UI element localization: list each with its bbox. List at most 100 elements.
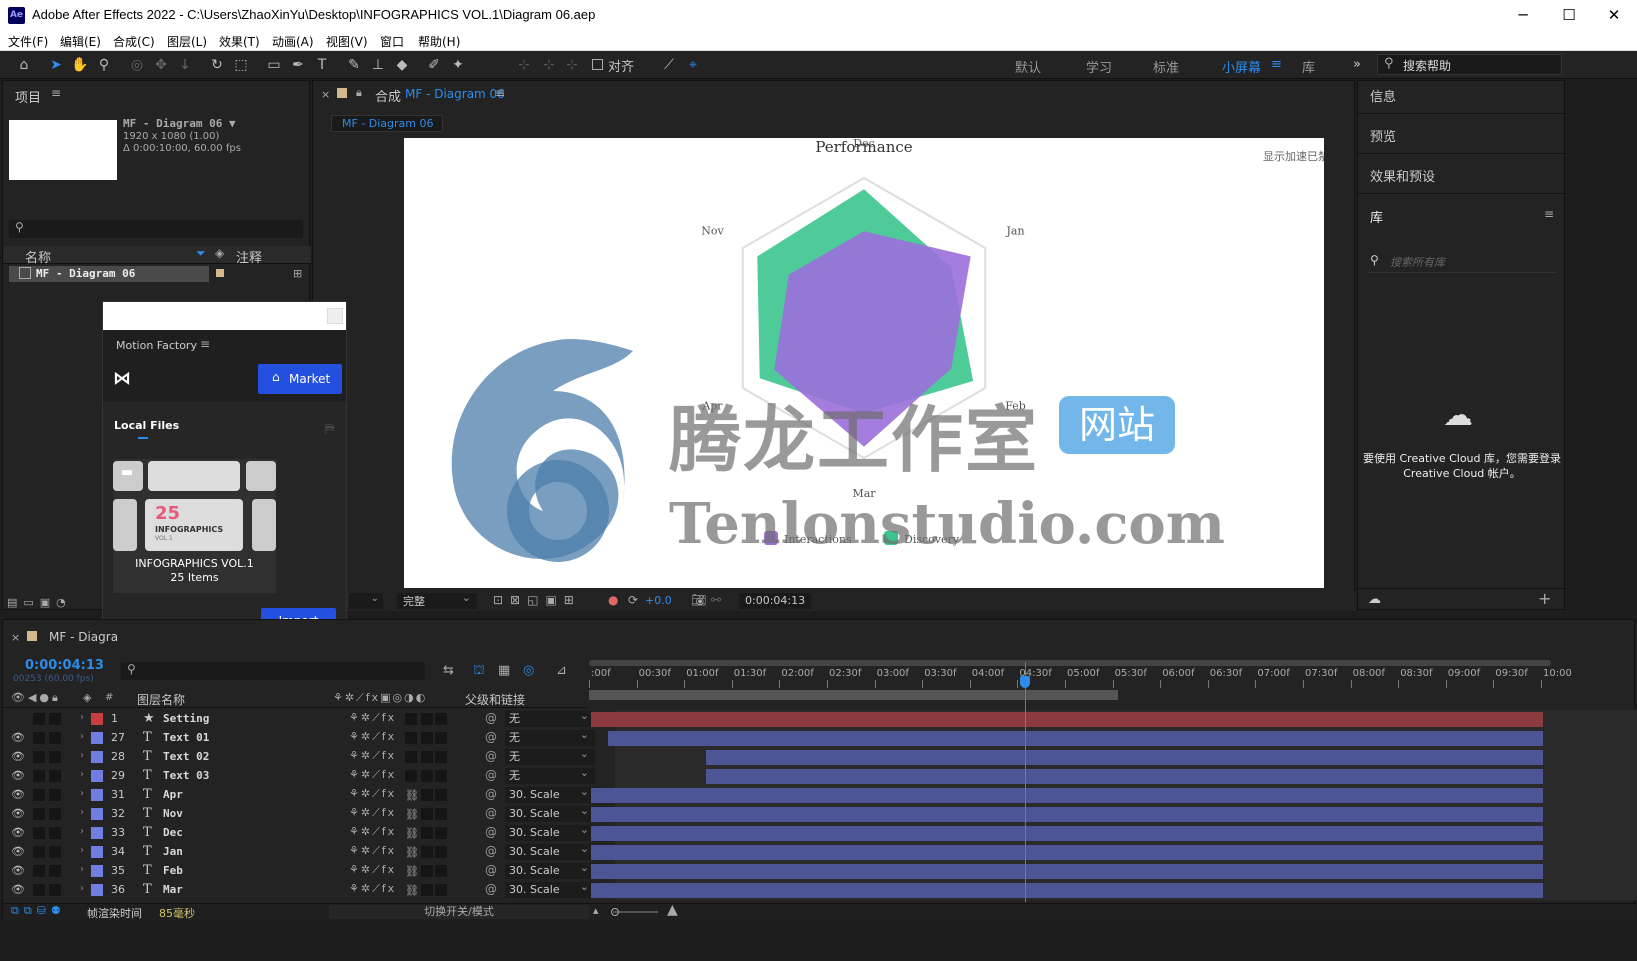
layer-name[interactable]: Nov: [163, 807, 183, 820]
local-files-tab[interactable]: Local Files: [114, 419, 179, 432]
panel-menu-icon[interactable]: ≡: [1544, 207, 1554, 221]
timeline-tab-name[interactable]: MF - Diagra: [49, 630, 118, 644]
parent-pickwhip-icon[interactable]: @: [485, 844, 497, 858]
type-tool-icon[interactable]: T: [313, 56, 331, 74]
workspace-overflow-icon[interactable]: »: [1353, 57, 1361, 72]
help-search-input[interactable]: ⚲ 搜索帮助: [1377, 54, 1562, 75]
work-area-bar[interactable]: [589, 690, 1119, 700]
parent-pickwhip-icon[interactable]: @: [485, 711, 497, 725]
layer-duration-bar[interactable]: [591, 883, 1543, 898]
parent-dropdown[interactable]: 30. Scale: [505, 879, 595, 898]
motion-blur-switch[interactable]: [435, 827, 447, 839]
layer-label-color[interactable]: [91, 732, 103, 744]
solo-switch[interactable]: [49, 865, 61, 877]
close-tab-icon[interactable]: ×: [321, 88, 330, 101]
world-axis-icon[interactable]: ⊹: [540, 56, 558, 74]
show-snapshot-icon[interactable]: ⚯: [711, 593, 721, 607]
timeline-switch-icons[interactable]: ⇆: [443, 663, 464, 678]
motion-blur-switch[interactable]: [435, 884, 447, 896]
audio-switch[interactable]: [33, 808, 45, 820]
menu-file[interactable]: 文件(F): [8, 33, 48, 50]
audio-switch[interactable]: [33, 732, 45, 744]
panel-menu-icon[interactable]: ≡: [200, 337, 210, 351]
parent-pickwhip-icon[interactable]: @: [485, 825, 497, 839]
pen-tool-icon[interactable]: ✒: [289, 56, 307, 74]
project-item-row[interactable]: MF - Diagram 06: [9, 266, 209, 282]
effect-switch[interactable]: [421, 713, 433, 725]
column-name[interactable]: 名称: [25, 247, 51, 266]
effect-switch[interactable]: [421, 884, 433, 896]
expand-chevron-icon[interactable]: ›: [80, 864, 84, 875]
workspace-library[interactable]: 库: [1302, 57, 1315, 76]
preview-panel-title[interactable]: 预览: [1370, 126, 1396, 145]
zoom-slider-handle[interactable]: [611, 908, 619, 916]
parent-dropdown[interactable]: 30. Scale: [505, 822, 595, 841]
add-icon[interactable]: +: [1538, 589, 1551, 608]
column-comment[interactable]: 注释: [236, 247, 262, 266]
layer-switch-icons[interactable]: ⚘✲⟋fx▣◎◑◐: [333, 691, 427, 705]
visibility-eye-icon[interactable]: 👁︎: [11, 826, 25, 839]
quality-switch[interactable]: ⛓: [405, 789, 419, 802]
market-button[interactable]: ⌂ Market: [258, 364, 342, 394]
rotate-tool-icon[interactable]: ↻: [208, 56, 226, 74]
motion-blur-switch[interactable]: [435, 846, 447, 858]
hand-tool-icon[interactable]: ✋: [71, 56, 89, 74]
effect-switch[interactable]: [421, 751, 433, 763]
time-navigator[interactable]: [589, 660, 1551, 666]
project-footer-icons[interactable]: ▤▭▣◔: [7, 596, 72, 609]
layer-label-color[interactable]: [91, 827, 103, 839]
motion-blur-icon[interactable]: ◎: [523, 663, 534, 678]
graph-editor-icon[interactable]: ⊿: [556, 663, 567, 678]
zoom-in-icon[interactable]: ▲: [667, 902, 678, 918]
layer-switches[interactable]: ⚘✲⟋fx: [349, 806, 396, 820]
parent-pickwhip-icon[interactable]: @: [485, 863, 497, 877]
playhead-handle[interactable]: [1020, 676, 1031, 688]
visibility-eye-icon[interactable]: 👁︎: [11, 731, 25, 744]
item-name[interactable]: MF - Diagram 06 ▼: [123, 117, 236, 130]
layer-switches[interactable]: ⚘✲⟋fx: [349, 730, 396, 744]
expand-chevron-icon[interactable]: ›: [80, 788, 84, 799]
layer-duration-bar[interactable]: [706, 750, 1543, 765]
menu-view[interactable]: 视图(V): [326, 33, 368, 50]
parent-dropdown[interactable]: 30. Scale: [505, 860, 595, 879]
workspace-learn[interactable]: 学习: [1086, 57, 1112, 76]
solo-switch[interactable]: [49, 713, 61, 725]
time-ruler[interactable]: :00f 00:30f 01:00f 01:30f 02:00f 02:30f 03:00f…: [589, 668, 1572, 688]
layer-row[interactable]: 👁︎ › 29 T Text 03 ⚘✲⟋fx @ 无: [3, 765, 1637, 786]
motion-blur-switch[interactable]: [435, 770, 447, 782]
solo-switch[interactable]: [49, 770, 61, 782]
parent-pickwhip-icon[interactable]: @: [485, 882, 497, 896]
snap-checkbox[interactable]: [592, 59, 603, 70]
menu-window[interactable]: 窗口: [380, 33, 404, 50]
maximize-button[interactable]: ☐: [1546, 0, 1592, 31]
audio-switch[interactable]: [33, 865, 45, 877]
layer-duration-bar[interactable]: [591, 788, 1543, 803]
column-parent[interactable]: 父级和链接: [465, 691, 525, 708]
quality-switch[interactable]: ⛓: [405, 884, 419, 897]
effect-switch[interactable]: [421, 770, 433, 782]
expand-chevron-icon[interactable]: ›: [80, 712, 84, 723]
puppet-tool-icon[interactable]: ✦: [449, 56, 467, 74]
dolly-camera-icon[interactable]: ↓: [176, 56, 194, 74]
quality-switch[interactable]: [405, 732, 417, 744]
lock-icon[interactable]: 🔒︎: [356, 86, 362, 100]
parent-dropdown[interactable]: 无: [505, 708, 595, 727]
motion-blur-switch[interactable]: [435, 732, 447, 744]
quality-switch[interactable]: [405, 770, 417, 782]
layer-row[interactable]: › 1 ★ Setting ⚘✲⟋fx @ 无: [3, 708, 1637, 729]
effect-switch[interactable]: [421, 789, 433, 801]
layer-name[interactable]: Apr: [163, 788, 183, 801]
layer-label-color[interactable]: [91, 846, 103, 858]
parent-pickwhip-icon[interactable]: @: [485, 730, 497, 744]
audio-switch[interactable]: [33, 713, 45, 725]
layer-switches[interactable]: ⚘✲⟋fx: [349, 863, 396, 877]
panel-menu-icon[interactable]: ≡: [495, 86, 505, 100]
effects-panel-title[interactable]: 效果和预设: [1370, 166, 1435, 185]
layer-label-color[interactable]: [91, 751, 103, 763]
layer-switches[interactable]: ⚘✲⟋fx: [349, 882, 396, 896]
snap-option-icon[interactable]: ⟋: [660, 56, 678, 74]
column-layer-name[interactable]: 图层名称: [137, 691, 185, 708]
layer-label-color[interactable]: [91, 808, 103, 820]
selection-tool-icon[interactable]: ➤: [47, 56, 65, 74]
layer-search-input[interactable]: ⚲: [121, 662, 425, 680]
